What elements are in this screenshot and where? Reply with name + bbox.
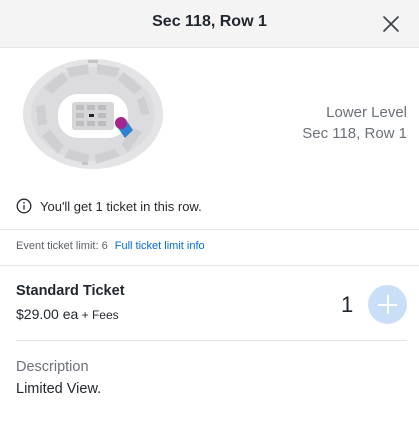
- notice-text: You'll get 1 ticket in this row.: [40, 198, 202, 214]
- divider: [16, 340, 407, 341]
- ticket-type-name: Standard Ticket: [16, 283, 125, 299]
- fees-label: + Fees: [78, 308, 119, 322]
- price-value: $29.00 ea: [16, 306, 79, 322]
- seat-label: Sec 118, Row 1: [302, 125, 407, 142]
- venue-map-graphic: [23, 59, 163, 169]
- close-button[interactable]: [379, 12, 403, 36]
- ticket-price: $29.00 ea + Fees: [16, 306, 119, 322]
- modal-title: Sec 118, Row 1: [152, 13, 267, 30]
- level-label: Lower Level: [326, 104, 407, 121]
- divider: [0, 229, 419, 230]
- seat-map[interactable]: [22, 58, 164, 170]
- description-label: Description: [16, 359, 89, 375]
- divider: [0, 265, 419, 266]
- quantity-value: 1: [341, 292, 354, 317]
- ticket-limit-info-link[interactable]: Full ticket limit info: [115, 240, 205, 252]
- ticket-notice: You'll get 1 ticket in this row.: [16, 196, 202, 216]
- info-icon: [16, 198, 32, 214]
- close-icon: [383, 16, 399, 32]
- description-text: Limited View.: [16, 381, 102, 397]
- modal-header: Sec 118, Row 1: [0, 0, 419, 48]
- seat-location: Lower Level Sec 118, Row 1: [302, 102, 407, 144]
- add-ticket-button[interactable]: [368, 285, 407, 324]
- limit-text: Event ticket limit: 6: [16, 240, 108, 252]
- ticket-limit: Event ticket limit: 6 Full ticket limit …: [16, 240, 205, 252]
